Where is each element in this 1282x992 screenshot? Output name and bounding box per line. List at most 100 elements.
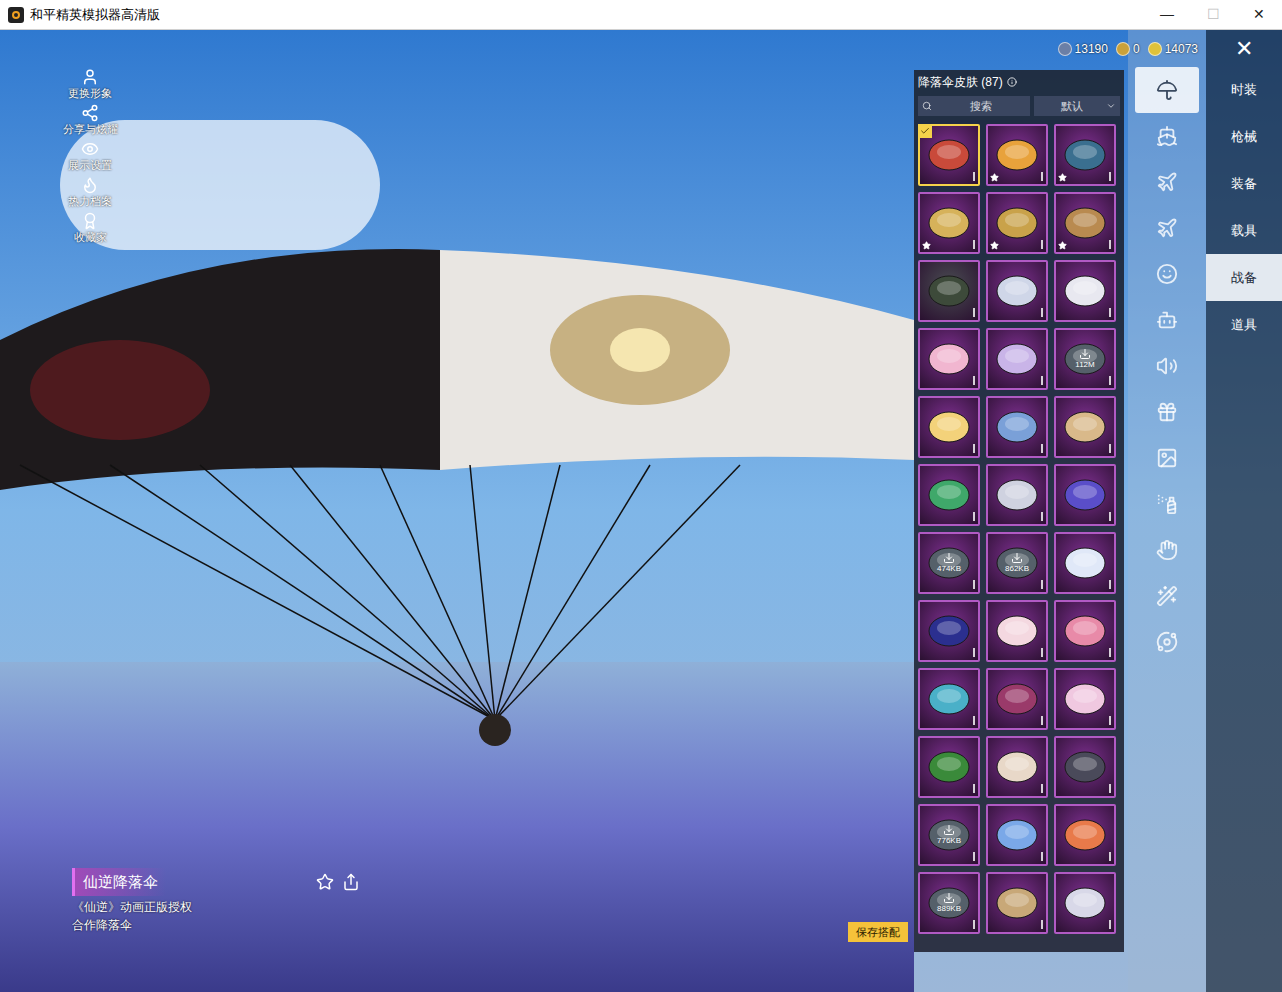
category-button[interactable] <box>1135 527 1199 573</box>
parachute-item[interactable] <box>986 192 1048 254</box>
parachute-item[interactable] <box>986 600 1048 662</box>
count-bar <box>1041 240 1043 249</box>
category-tab[interactable]: 时装 <box>1206 66 1282 113</box>
category-button[interactable] <box>1135 343 1199 389</box>
parachute-icon <box>1062 679 1108 719</box>
left-menu-item[interactable]: 展示设置 <box>58 140 122 172</box>
parachute-icon <box>926 407 972 447</box>
parachute-item[interactable] <box>986 872 1048 934</box>
category-tab[interactable]: 道具 <box>1206 301 1282 348</box>
parachute-item[interactable] <box>986 464 1048 526</box>
parachute-item[interactable] <box>1054 464 1116 526</box>
parachute-icon <box>994 339 1040 379</box>
category-icon <box>1156 401 1178 423</box>
sort-dropdown[interactable]: 默认 <box>1034 96 1120 116</box>
star-icon <box>990 173 999 182</box>
parachute-item[interactable] <box>1054 804 1116 866</box>
parachute-item[interactable] <box>1054 668 1116 730</box>
title-bar: 和平精英模拟器高清版—☐✕ <box>0 0 1282 30</box>
count-bar <box>973 240 975 249</box>
parachute-item[interactable]: 474KB <box>918 532 980 594</box>
share-icon[interactable] <box>342 873 360 891</box>
menu-icon <box>81 176 99 194</box>
info-icon[interactable] <box>1007 77 1017 87</box>
category-button[interactable] <box>1135 67 1199 113</box>
parachute-item[interactable] <box>918 736 980 798</box>
parachute-item[interactable] <box>918 124 980 186</box>
parachute-item[interactable] <box>986 668 1048 730</box>
category-button[interactable] <box>1135 619 1199 665</box>
category-button[interactable] <box>1135 435 1199 481</box>
parachute-item[interactable] <box>1054 396 1116 458</box>
category-tab[interactable]: 战备 <box>1206 254 1282 301</box>
item-info: 仙逆降落伞《仙逆》动画正版授权合作降落伞 <box>72 868 360 933</box>
parachute-icon <box>994 611 1040 651</box>
parachute-item[interactable] <box>1054 532 1116 594</box>
parachute-item[interactable] <box>986 260 1048 322</box>
left-menu-item[interactable]: 分享与炫耀 <box>58 104 122 136</box>
parachute-icon <box>994 135 1040 175</box>
window-control[interactable]: ✕ <box>1236 0 1282 29</box>
category-button[interactable] <box>1135 113 1199 159</box>
close-button[interactable]: ✕ <box>1206 30 1282 66</box>
category-tab[interactable]: 装备 <box>1206 160 1282 207</box>
skin-panel: 降落伞皮肤 (87) 搜索默认 112M 474KB862KB 776KB889KB <box>914 30 1128 992</box>
count-bar <box>1109 376 1111 385</box>
parachute-item[interactable] <box>1054 872 1116 934</box>
category-icon <box>1156 125 1178 147</box>
app-logo-icon <box>8 7 24 23</box>
category-tab[interactable]: 枪械 <box>1206 113 1282 160</box>
left-menu-item[interactable]: 热力档案 <box>58 176 122 208</box>
parachute-item[interactable] <box>986 804 1048 866</box>
save-button[interactable]: 保存搭配 <box>848 922 908 943</box>
count-bar <box>1109 512 1111 521</box>
panel-title: 降落伞皮肤 (87) <box>918 73 1003 91</box>
search-field[interactable]: 搜索 <box>918 96 1030 116</box>
category-button[interactable] <box>1135 159 1199 205</box>
category-button[interactable] <box>1135 573 1199 619</box>
parachute-item[interactable] <box>918 396 980 458</box>
count-bar <box>1109 920 1111 929</box>
star-icon <box>1058 173 1067 182</box>
parachute-item[interactable] <box>986 736 1048 798</box>
category-button[interactable] <box>1135 297 1199 343</box>
parachute-item[interactable] <box>986 396 1048 458</box>
favorite-icon[interactable] <box>316 873 334 891</box>
window-control[interactable]: — <box>1144 0 1190 29</box>
parachute-item[interactable] <box>1054 736 1116 798</box>
parachute-item[interactable]: 776KB <box>918 804 980 866</box>
parachute-illustration <box>0 230 914 760</box>
parachute-item[interactable]: 862KB <box>986 532 1048 594</box>
left-menu-item[interactable]: 收藏家 <box>58 212 122 244</box>
category-button[interactable] <box>1135 205 1199 251</box>
parachute-item[interactable] <box>1054 192 1116 254</box>
category-button[interactable] <box>1135 389 1199 435</box>
count-bar <box>1041 852 1043 861</box>
parachute-item[interactable] <box>918 600 980 662</box>
count-bar <box>973 308 975 317</box>
parachute-item[interactable] <box>918 668 980 730</box>
parachute-icon <box>926 747 972 787</box>
parachute-icon <box>1062 611 1108 651</box>
parachute-icon <box>1062 883 1108 923</box>
parachute-item[interactable] <box>986 124 1048 186</box>
parachute-item[interactable] <box>918 464 980 526</box>
window-control: ☐ <box>1190 0 1236 29</box>
parachute-item[interactable] <box>918 192 980 254</box>
parachute-item[interactable] <box>918 260 980 322</box>
star-icon <box>990 241 999 250</box>
parachute-item[interactable] <box>1054 600 1116 662</box>
parachute-item[interactable] <box>1054 124 1116 186</box>
parachute-item[interactable] <box>918 328 980 390</box>
category-tab[interactable]: 载具 <box>1206 207 1282 254</box>
category-button[interactable] <box>1135 251 1199 297</box>
left-menu-item[interactable]: 更换形象 <box>58 68 122 100</box>
parachute-item[interactable]: 112M <box>1054 328 1116 390</box>
category-button[interactable] <box>1135 481 1199 527</box>
parachute-item[interactable] <box>986 328 1048 390</box>
parachute-icon <box>1062 203 1108 243</box>
parachute-item[interactable]: 889KB <box>918 872 980 934</box>
count-bar <box>1109 580 1111 589</box>
currency: 0 <box>1116 40 1140 58</box>
parachute-item[interactable] <box>1054 260 1116 322</box>
